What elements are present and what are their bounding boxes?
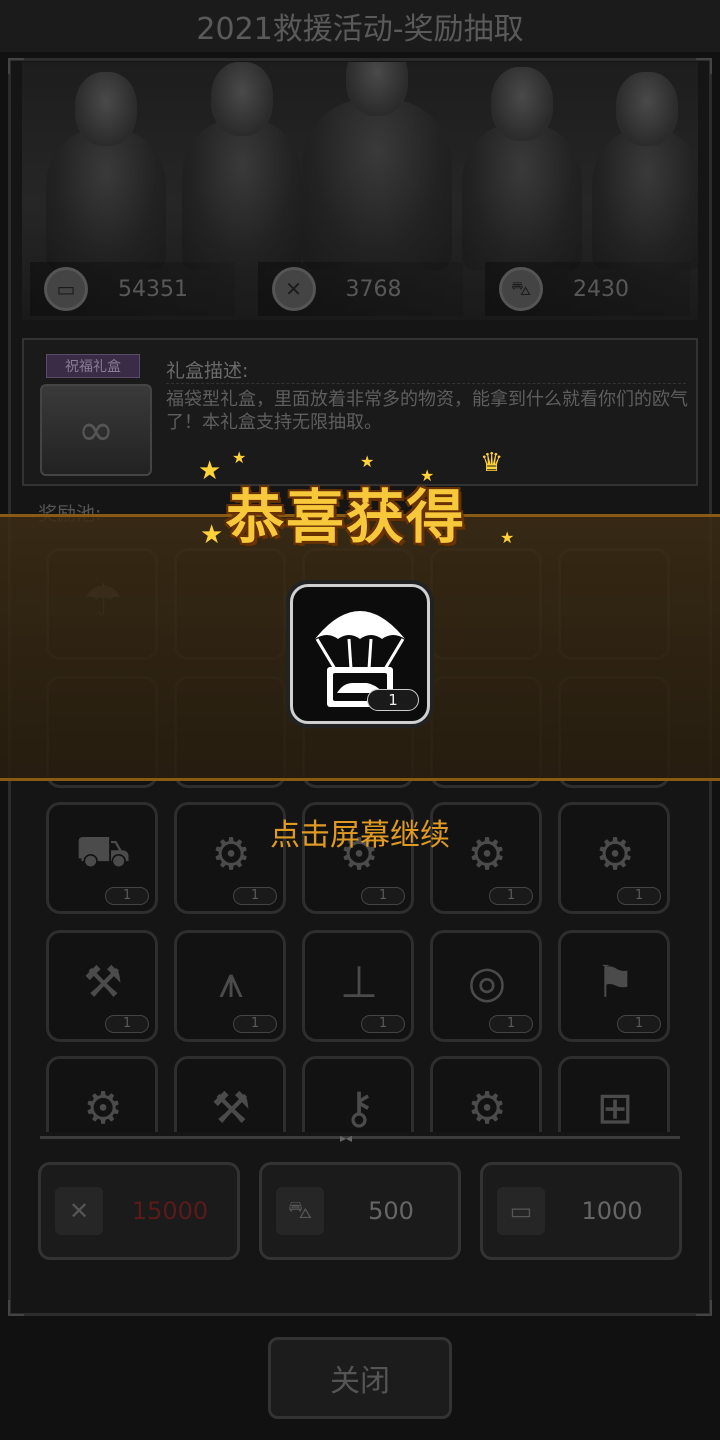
star-icon: ★ — [200, 520, 224, 550]
congrats-title: 恭喜获得 — [226, 483, 467, 551]
reward-quantity: 1 — [367, 689, 419, 711]
reward-item: 1 — [290, 584, 430, 724]
star-icon: ★ — [360, 452, 375, 471]
tap-to-continue[interactable]: 点击屏幕继续 — [0, 810, 720, 854]
star-icon: ★ — [232, 448, 247, 467]
star-icon: ★ — [198, 456, 222, 486]
band-border — [0, 778, 720, 781]
crown-icon: ♛ — [480, 448, 504, 478]
star-icon: ★ — [500, 528, 515, 547]
